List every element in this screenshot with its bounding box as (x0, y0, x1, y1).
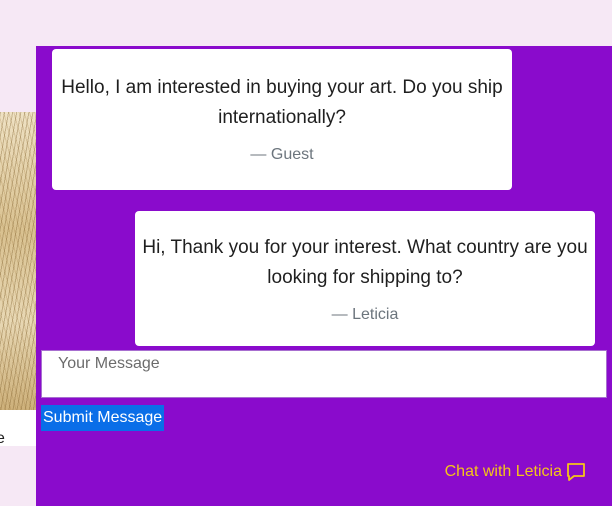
chat-with-label: Chat with Leticia (444, 463, 562, 480)
chat-with-leticia-link[interactable]: Chat with Leticia (445, 462, 586, 482)
chat-message-text: Hi, Thank you for your interest. What co… (142, 237, 588, 288)
chat-message-guest: Hello, I am interested in buying your ar… (52, 49, 512, 190)
background-partial-text: e (0, 430, 5, 447)
submit-message-button[interactable]: Submit Message (41, 405, 165, 431)
chat-message-author: — Guest (250, 146, 314, 163)
chat-message-text: Hello, I am interested in buying your ar… (61, 77, 503, 128)
background-artwork-image (0, 112, 36, 410)
speech-bubble-icon (566, 462, 586, 482)
background-white-strip (0, 410, 36, 446)
message-input[interactable] (41, 350, 607, 398)
chat-message-author: — Leticia (331, 306, 399, 323)
chat-panel: Hello, I am interested in buying your ar… (36, 46, 612, 506)
chat-message-leticia: Hi, Thank you for your interest. What co… (135, 211, 595, 346)
